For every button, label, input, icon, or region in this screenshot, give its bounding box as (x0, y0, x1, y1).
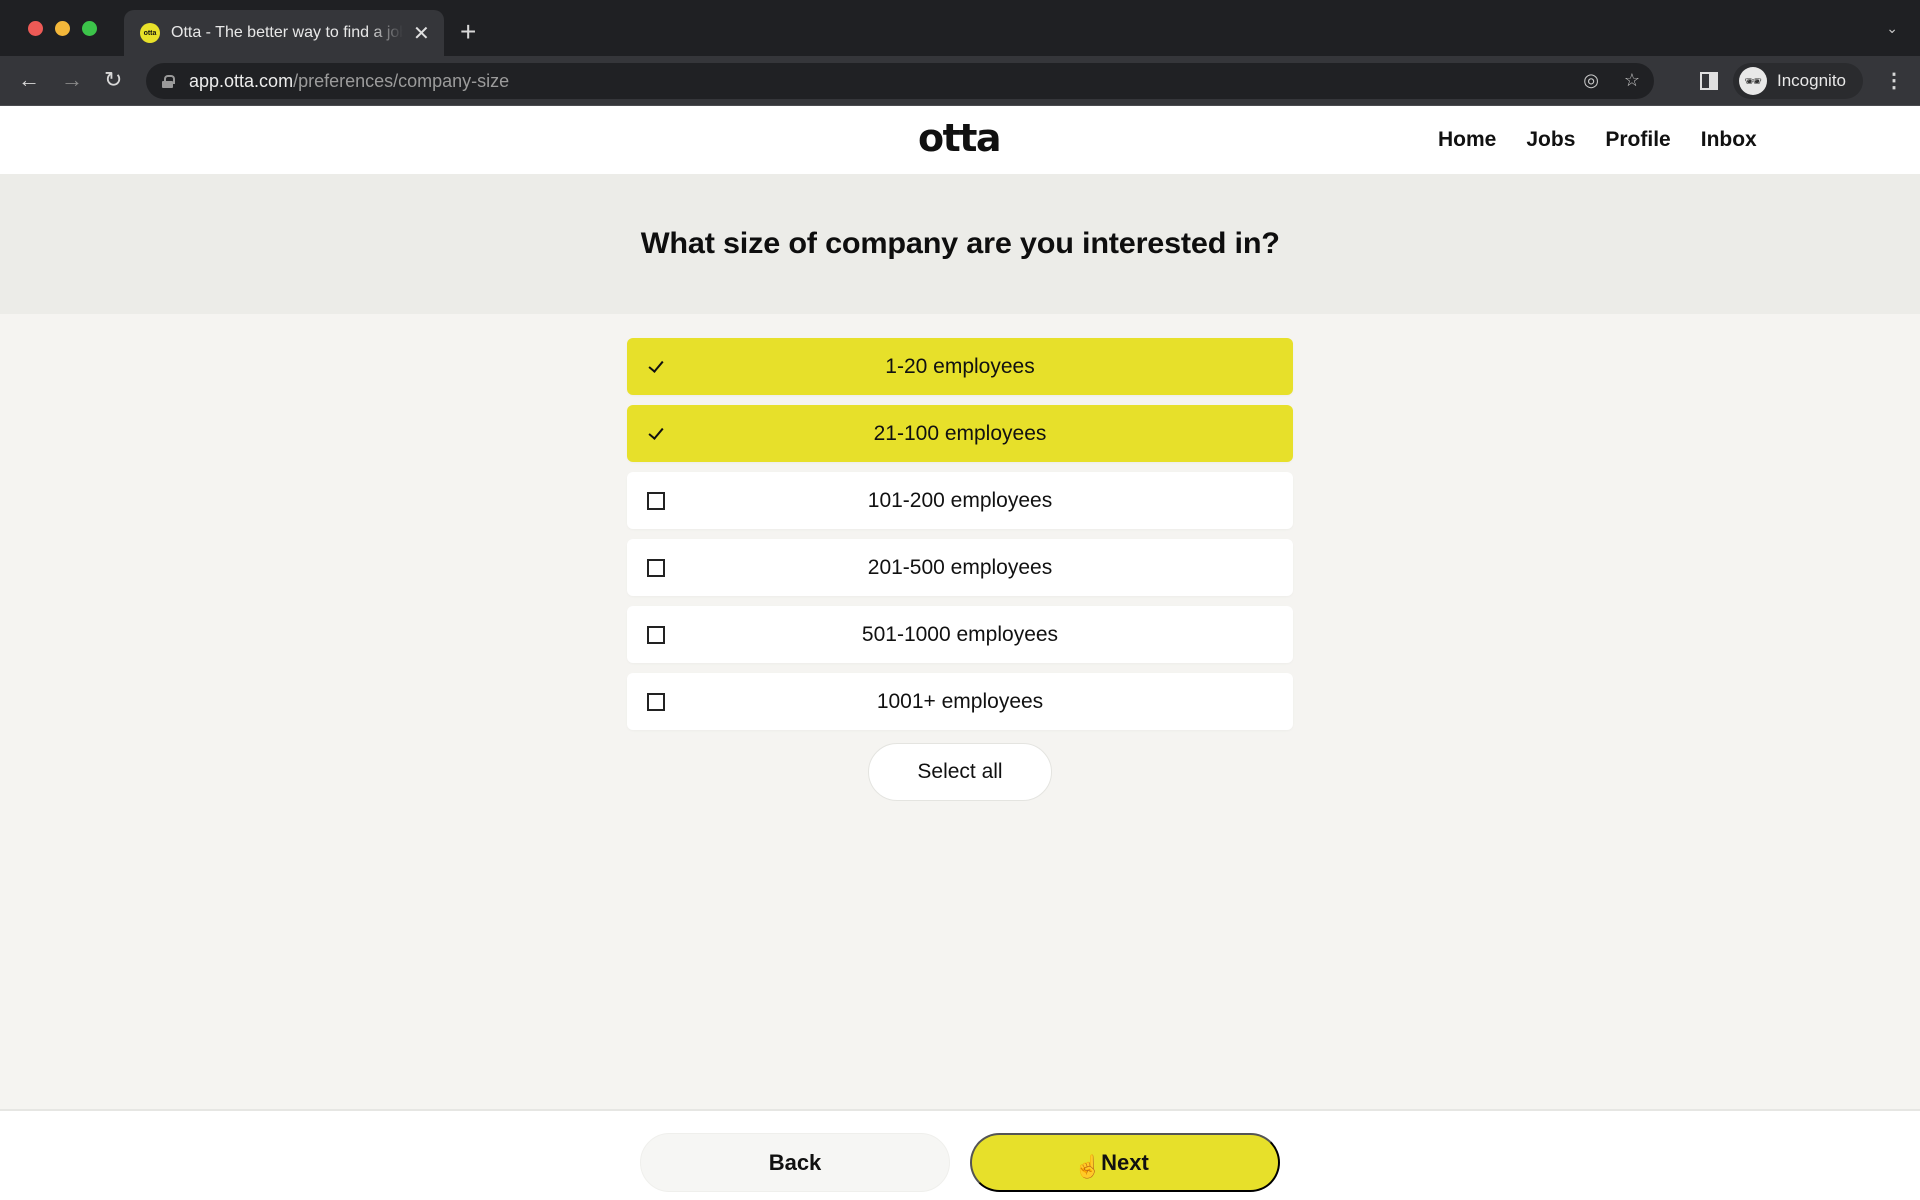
bookmark-star-icon[interactable]: ☆ (1624, 70, 1640, 91)
nav-profile[interactable]: Profile (1605, 128, 1670, 152)
checkmark-icon (647, 425, 665, 443)
incognito-label: Incognito (1777, 71, 1846, 90)
browser-toolbar: ← → ↻ app.otta.com/preferences/company-s… (0, 56, 1920, 106)
close-window-button[interactable] (28, 21, 43, 36)
close-tab-icon[interactable]: ✕ (413, 21, 430, 46)
eye-off-icon[interactable]: ◎ (1583, 70, 1599, 91)
select-all-button[interactable]: Select all (868, 743, 1052, 801)
url-path: /preferences/company-size (293, 70, 510, 91)
minimize-window-button[interactable] (55, 21, 70, 36)
new-tab-button[interactable]: + (460, 16, 476, 48)
tab-title: Otta - The better way to find a job (171, 24, 403, 41)
checkmark-icon (647, 358, 665, 376)
maximize-window-button[interactable] (82, 21, 97, 36)
reload-icon[interactable]: ↻ (104, 67, 122, 93)
option-101-200[interactable]: 101-200 employees (627, 472, 1293, 529)
checkbox-empty-icon (647, 625, 665, 644)
checkbox-empty-icon (647, 692, 665, 711)
site-header: otta Home Jobs Profile Inbox (0, 106, 1920, 174)
option-label: 21-100 employees (873, 421, 1047, 445)
company-size-options: 1-20 employees 21-100 employees 101-200 … (627, 338, 1293, 740)
question-banner: What size of company are you interested … (0, 174, 1920, 314)
tab-search-chevron-icon[interactable]: ⌄ (1886, 20, 1898, 37)
incognito-profile-button[interactable]: 🕶 Incognito (1733, 63, 1863, 99)
option-1001-plus[interactable]: 1001+ employees (627, 673, 1293, 730)
option-1-20[interactable]: 1-20 employees (627, 338, 1293, 395)
nav-jobs[interactable]: Jobs (1526, 128, 1575, 152)
option-label: 1-20 employees (885, 354, 1035, 378)
lock-icon[interactable] (162, 74, 175, 88)
checkbox-empty-icon (647, 558, 665, 577)
nav-home[interactable]: Home (1438, 128, 1496, 152)
otta-logo[interactable]: otta (918, 116, 1002, 160)
option-label: 1001+ employees (876, 689, 1044, 713)
url-host: app.otta.com (189, 70, 294, 91)
footer-bar: Back Next (0, 1109, 1920, 1200)
nav-inbox[interactable]: Inbox (1701, 128, 1757, 152)
option-501-1000[interactable]: 501-1000 employees (627, 606, 1293, 663)
page: otta Home Jobs Profile Inbox What size o… (0, 106, 1920, 1200)
incognito-icon: 🕶 (1739, 67, 1767, 95)
main-nav: Home Jobs Profile Inbox (1438, 128, 1787, 152)
browser-titlebar: otta Otta - The better way to find a job… (0, 0, 1920, 56)
option-label: 101-200 employees (867, 488, 1053, 512)
option-label: 201-500 employees (867, 555, 1053, 579)
forward-arrow-icon[interactable]: → (61, 67, 83, 93)
side-panel-icon[interactable] (1700, 72, 1718, 90)
option-21-100[interactable]: 21-100 employees (627, 405, 1293, 462)
option-201-500[interactable]: 201-500 employees (627, 539, 1293, 596)
page-title: What size of company are you interested … (640, 227, 1280, 260)
next-button[interactable]: Next (970, 1133, 1280, 1192)
back-arrow-icon[interactable]: ← (18, 67, 40, 93)
option-label: 501-1000 employees (861, 622, 1059, 646)
checkbox-empty-icon (647, 491, 665, 510)
browser-menu-icon[interactable]: ⋮ (1884, 68, 1904, 93)
otta-favicon-icon: otta (140, 23, 160, 43)
back-button[interactable]: Back (640, 1133, 950, 1192)
address-bar[interactable]: app.otta.com/preferences/company-size ◎ … (146, 63, 1654, 99)
browser-tab[interactable]: otta Otta - The better way to find a job… (124, 10, 444, 56)
